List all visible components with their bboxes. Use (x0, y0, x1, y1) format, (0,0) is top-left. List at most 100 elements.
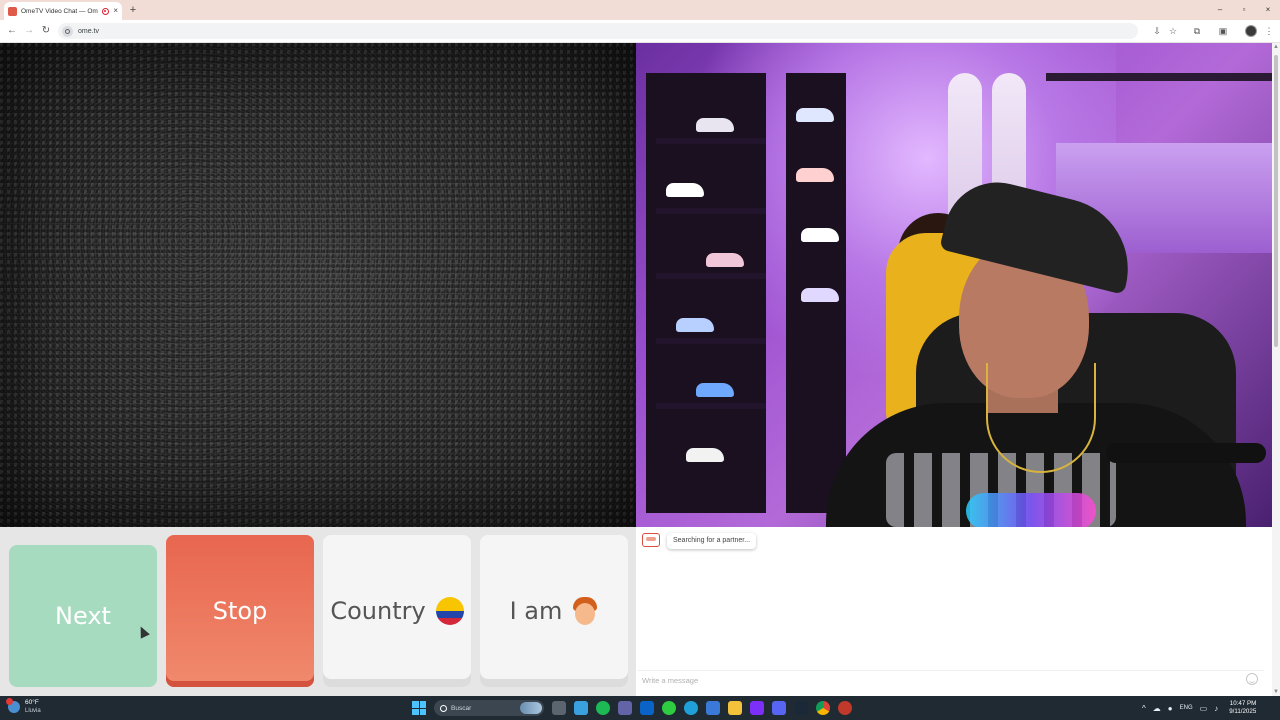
recording-indicator-icon (102, 7, 110, 15)
windows-taskbar: 60°F Lluvia Buscar ^ ☁ ● ENG ▭ ♪ 10:47 P… (0, 696, 1280, 720)
edge-icon[interactable] (684, 701, 698, 715)
xbox-icon[interactable] (662, 701, 676, 715)
gender-button-label: I am (509, 597, 563, 625)
forward-button[interactable]: → (21, 23, 37, 39)
chrome-icon[interactable] (816, 701, 830, 715)
chat-panel: Searching for a partner... (636, 527, 1272, 696)
minimize-button[interactable]: – (1208, 0, 1232, 20)
browser-tab-strip: OmeTV Video Chat — Ome × + – ▫ × (0, 0, 1280, 20)
self-camera-video (636, 43, 1272, 527)
weather-widget[interactable]: 60°F Lluvia (6, 698, 41, 715)
country-button-label: Country (330, 597, 426, 625)
search-icon (440, 704, 447, 712)
window-controls: – ▫ × (1208, 0, 1280, 20)
sneaker (686, 448, 724, 462)
address-bar[interactable]: ome.tv (58, 23, 1138, 39)
url-text: ome.tv (78, 27, 100, 35)
language-indicator[interactable]: ENG (1180, 705, 1193, 711)
shelf-plank (656, 208, 766, 214)
taskbar-search[interactable]: Buscar (434, 700, 544, 716)
store-icon[interactable] (706, 701, 720, 715)
browser-menu-icon[interactable]: ⋮ (1262, 24, 1276, 38)
taskbar-apps: Buscar (412, 699, 852, 717)
steam-icon[interactable] (794, 701, 808, 715)
sneaker (801, 228, 839, 242)
tab-title: OmeTV Video Chat — Ome (21, 7, 99, 15)
country-button[interactable]: Country (323, 535, 471, 687)
clock-date: 9/11/2025 (1229, 708, 1257, 715)
taskbar-clock[interactable]: 10:47 PM 9/11/2025 (1229, 700, 1256, 716)
shelf-plank (656, 338, 766, 344)
chat-controls: Next Stop Country I am (0, 527, 636, 696)
browser-toolbar: ← → ↻ ome.tv ⇩ ☆ ⧉ ▣ ⋮ (0, 20, 1280, 43)
reload-button[interactable]: ↻ (38, 23, 54, 39)
site-info-icon[interactable] (62, 25, 73, 37)
weather-temperature: 60°F (25, 699, 39, 706)
copilot-icon[interactable] (574, 701, 588, 715)
back-button[interactable]: ← (4, 23, 20, 39)
taskbar-search-label: Buscar (451, 704, 472, 712)
kick-app-icon[interactable] (750, 701, 764, 715)
boy-emoji-icon (572, 597, 598, 625)
install-app-icon[interactable]: ⇩ (1150, 24, 1164, 38)
maximize-button[interactable]: ▫ (1232, 0, 1256, 20)
stop-button[interactable]: Stop (166, 535, 314, 687)
tab-close-button[interactable]: × (113, 7, 118, 15)
next-button[interactable]: Next (9, 545, 157, 687)
gender-button[interactable]: I am (480, 535, 628, 687)
teams-icon[interactable] (618, 701, 632, 715)
partner-video-static (0, 43, 636, 527)
sneaker (696, 383, 734, 397)
windows-start-icon[interactable] (412, 701, 426, 715)
system-tray: ^ ☁ ● ENG ▭ ♪ 10:47 PM 9/11/2025 (1142, 699, 1256, 717)
file-explorer-icon[interactable] (728, 701, 742, 715)
wall-shelf (1046, 73, 1272, 81)
ometv-bot-avatar-icon (642, 533, 660, 547)
clock-time: 10:47 PM (1229, 700, 1257, 707)
microphone-icon[interactable]: ● (1168, 704, 1173, 713)
network-icon[interactable]: ▭ (1200, 704, 1208, 713)
sneaker (796, 168, 834, 182)
outlook-icon[interactable] (640, 701, 654, 715)
shelf-plank (656, 403, 766, 409)
shelf-plank (656, 273, 766, 279)
page-scrollbar[interactable]: ▲ ▼ (1272, 43, 1280, 696)
scroll-down-arrow-icon[interactable]: ▼ (1272, 688, 1280, 696)
scroll-up-arrow-icon[interactable]: ▲ (1272, 43, 1280, 51)
close-window-button[interactable]: × (1256, 0, 1280, 20)
spotify-icon[interactable] (596, 701, 610, 715)
gold-chain (986, 363, 1096, 473)
shelf-plank (656, 138, 766, 144)
volume-icon[interactable]: ♪ (1214, 704, 1218, 713)
sneaker (696, 118, 734, 132)
sneaker (706, 253, 744, 267)
onedrive-icon[interactable]: ☁ (1153, 704, 1161, 713)
task-view-icon[interactable] (552, 701, 566, 715)
rain-weather-icon (6, 698, 20, 713)
status-message: Searching for a partner... (667, 533, 757, 549)
message-input[interactable] (638, 670, 1264, 690)
next-button-label: Next (55, 602, 111, 630)
search-highlight-icon (520, 702, 542, 714)
microphone-arm (1106, 443, 1266, 463)
sneaker (796, 108, 834, 122)
sneaker (666, 183, 704, 197)
sneaker (676, 318, 714, 332)
recording-app-icon[interactable] (838, 701, 852, 715)
emoji-picker-icon[interactable] (1246, 673, 1258, 685)
ometv-favicon-icon (8, 6, 17, 16)
rgb-microphone (966, 493, 1096, 527)
discord-icon[interactable] (772, 701, 786, 715)
colombia-flag-icon (435, 597, 464, 625)
browser-tab[interactable]: OmeTV Video Chat — Ome × (4, 2, 122, 20)
side-panel-icon[interactable]: ▣ (1216, 24, 1230, 38)
stop-button-label: Stop (212, 597, 268, 625)
scroll-thumb[interactable] (1274, 55, 1278, 347)
weather-description: Lluvia (25, 708, 41, 714)
bookmark-star-icon[interactable]: ☆ (1166, 24, 1180, 38)
tray-overflow-icon[interactable]: ^ (1142, 704, 1146, 713)
sneaker (801, 288, 839, 302)
profile-avatar[interactable] (1245, 25, 1257, 37)
new-tab-button[interactable]: + (126, 2, 140, 18)
extensions-icon[interactable]: ⧉ (1190, 24, 1204, 38)
